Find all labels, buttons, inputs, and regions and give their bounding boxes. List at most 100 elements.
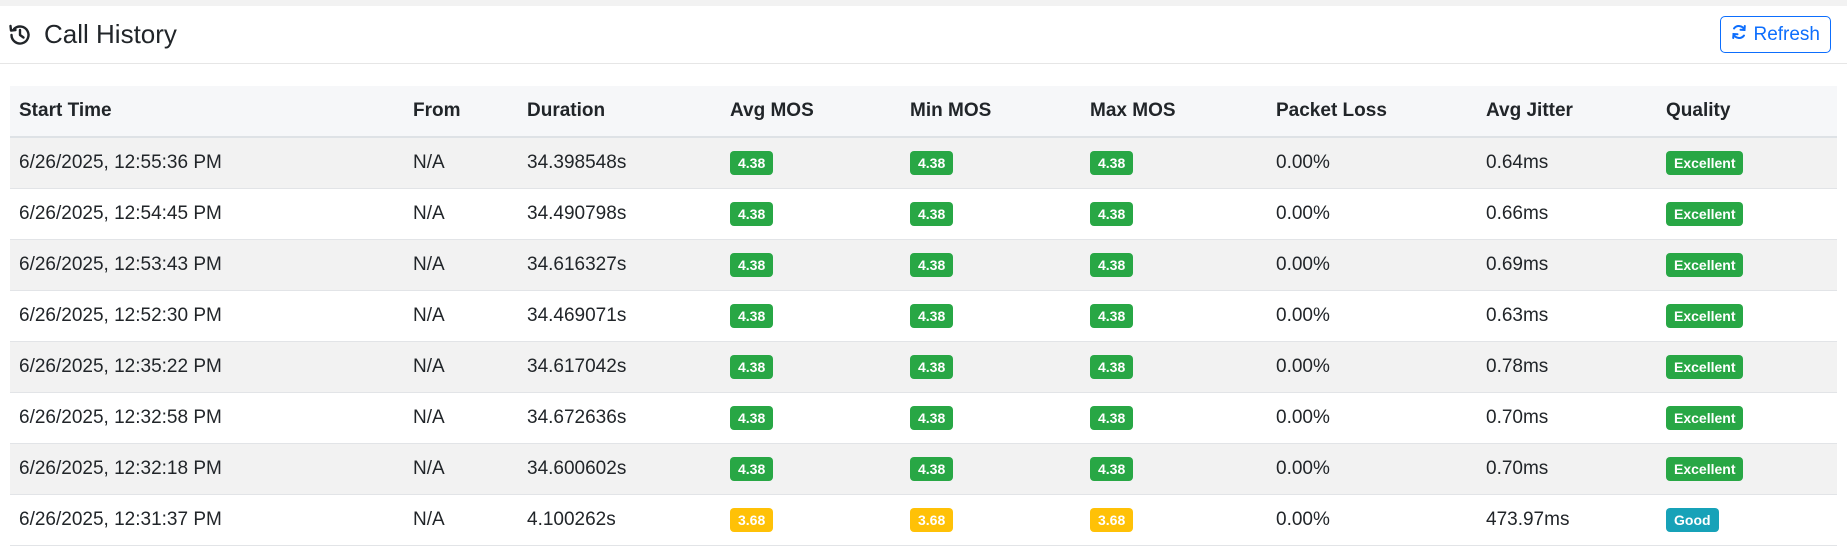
- avg-jitter-cell: 0.66ms: [1477, 188, 1657, 240]
- start-time-cell: 6/26/2025, 12:31:37 PM: [10, 494, 404, 546]
- duration-cell: 34.616327s: [518, 239, 721, 291]
- min-mos-cell: 4.38: [901, 188, 1081, 240]
- min-mos-badge: 4.38: [910, 303, 954, 328]
- quality-badge: Excellent: [1666, 201, 1744, 226]
- table-row[interactable]: 6/26/2025, 12:54:45 PM N/A 34.490798s 4.38 4…: [10, 188, 1837, 240]
- duration-cell: 34.617042s: [518, 341, 721, 393]
- packet-loss-cell: 0.00%: [1267, 494, 1477, 546]
- avg-mos-cell: 4.38: [721, 188, 901, 240]
- duration-cell: 34.600602s: [518, 443, 721, 495]
- min-mos-badge: 4.38: [910, 456, 954, 481]
- table-row[interactable]: 6/26/2025, 12:32:18 PM N/A 34.600602s 4.38 4…: [10, 443, 1837, 495]
- table-container: Start Time From Duration Avg MOS Min MOS…: [0, 86, 1847, 546]
- packet-loss-cell: 0.00%: [1267, 443, 1477, 495]
- avg-mos-cell: 4.38: [721, 392, 901, 444]
- max-mos-cell: 4.38: [1081, 137, 1267, 189]
- column-header-duration[interactable]: Duration: [518, 86, 721, 138]
- min-mos-cell: 4.38: [901, 341, 1081, 393]
- table-row[interactable]: 6/26/2025, 12:52:30 PM N/A 34.469071s 4.38 4…: [10, 290, 1837, 342]
- min-mos-cell: 4.38: [901, 443, 1081, 495]
- quality-cell: Excellent: [1657, 188, 1837, 240]
- from-cell: N/A: [404, 494, 518, 546]
- from-cell: N/A: [404, 239, 518, 291]
- max-mos-cell: 4.38: [1081, 290, 1267, 342]
- column-header-avg-mos[interactable]: Avg MOS: [721, 86, 901, 138]
- quality-badge: Excellent: [1666, 150, 1744, 175]
- quality-badge: Excellent: [1666, 303, 1744, 328]
- table-row[interactable]: 6/26/2025, 12:32:58 PM N/A 34.672636s 4.38 4…: [10, 392, 1837, 444]
- max-mos-cell: 4.38: [1081, 341, 1267, 393]
- refresh-button[interactable]: Refresh: [1720, 16, 1831, 53]
- packet-loss-cell: 0.00%: [1267, 137, 1477, 189]
- avg-mos-cell: 4.38: [721, 137, 901, 189]
- max-mos-cell: 4.38: [1081, 188, 1267, 240]
- min-mos-cell: 4.38: [901, 137, 1081, 189]
- max-mos-cell: 4.38: [1081, 443, 1267, 495]
- avg-mos-cell: 4.38: [721, 290, 901, 342]
- column-header-min-mos[interactable]: Min MOS: [901, 86, 1081, 138]
- avg-mos-badge: 4.38: [730, 252, 774, 277]
- packet-loss-cell: 0.00%: [1267, 290, 1477, 342]
- start-time-cell: 6/26/2025, 12:32:18 PM: [10, 443, 404, 495]
- duration-cell: 4.100262s: [518, 494, 721, 546]
- avg-mos-badge: 4.38: [730, 354, 774, 379]
- quality-badge: Good: [1666, 507, 1719, 532]
- quality-badge: Excellent: [1666, 252, 1744, 277]
- max-mos-cell: 3.68: [1081, 494, 1267, 546]
- avg-mos-cell: 4.38: [721, 443, 901, 495]
- quality-cell: Excellent: [1657, 239, 1837, 291]
- column-header-quality[interactable]: Quality: [1657, 86, 1837, 138]
- min-mos-badge: 4.38: [910, 150, 954, 175]
- table-row[interactable]: 6/26/2025, 12:35:22 PM N/A 34.617042s 4.38 4…: [10, 341, 1837, 393]
- start-time-cell: 6/26/2025, 12:52:30 PM: [10, 290, 404, 342]
- start-time-cell: 6/26/2025, 12:54:45 PM: [10, 188, 404, 240]
- quality-cell: Good: [1657, 494, 1837, 546]
- table-row[interactable]: 6/26/2025, 12:55:36 PM N/A 34.398548s 4.38 4…: [10, 137, 1837, 189]
- avg-mos-badge: 4.38: [730, 405, 774, 430]
- column-header-from[interactable]: From: [404, 86, 518, 138]
- max-mos-cell: 4.38: [1081, 392, 1267, 444]
- max-mos-badge: 3.68: [1090, 507, 1134, 532]
- max-mos-badge: 4.38: [1090, 303, 1134, 328]
- min-mos-badge: 4.38: [910, 252, 954, 277]
- start-time-cell: 6/26/2025, 12:32:58 PM: [10, 392, 404, 444]
- sync-icon: [1731, 24, 1747, 46]
- call-history-table: Start Time From Duration Avg MOS Min MOS…: [10, 86, 1837, 546]
- table-row[interactable]: 6/26/2025, 12:53:43 PM N/A 34.616327s 4.38 4…: [10, 239, 1837, 291]
- duration-cell: 34.490798s: [518, 188, 721, 240]
- refresh-label: Refresh: [1753, 23, 1820, 45]
- column-header-packet-loss[interactable]: Packet Loss: [1267, 86, 1477, 138]
- avg-jitter-cell: 0.64ms: [1477, 137, 1657, 189]
- min-mos-badge: 4.38: [910, 405, 954, 430]
- avg-mos-badge: 4.38: [730, 303, 774, 328]
- max-mos-cell: 4.38: [1081, 239, 1267, 291]
- max-mos-badge: 4.38: [1090, 201, 1134, 226]
- avg-mos-badge: 4.38: [730, 201, 774, 226]
- duration-cell: 34.469071s: [518, 290, 721, 342]
- avg-mos-badge: 4.38: [730, 456, 774, 481]
- column-header-avg-jitter[interactable]: Avg Jitter: [1477, 86, 1657, 138]
- min-mos-badge: 3.68: [910, 507, 954, 532]
- min-mos-badge: 4.38: [910, 201, 954, 226]
- packet-loss-cell: 0.00%: [1267, 188, 1477, 240]
- avg-jitter-cell: 0.69ms: [1477, 239, 1657, 291]
- max-mos-badge: 4.38: [1090, 354, 1134, 379]
- avg-jitter-cell: 0.70ms: [1477, 392, 1657, 444]
- column-header-start-time[interactable]: Start Time: [10, 86, 404, 138]
- avg-mos-cell: 4.38: [721, 341, 901, 393]
- start-time-cell: 6/26/2025, 12:55:36 PM: [10, 137, 404, 189]
- quality-badge: Excellent: [1666, 456, 1744, 481]
- duration-cell: 34.398548s: [518, 137, 721, 189]
- min-mos-cell: 3.68: [901, 494, 1081, 546]
- min-mos-cell: 4.38: [901, 239, 1081, 291]
- quality-cell: Excellent: [1657, 443, 1837, 495]
- column-header-max-mos[interactable]: Max MOS: [1081, 86, 1267, 138]
- quality-badge: Excellent: [1666, 354, 1744, 379]
- duration-cell: 34.672636s: [518, 392, 721, 444]
- table-row[interactable]: 6/26/2025, 12:31:37 PM N/A 4.100262s 3.68 3.…: [10, 494, 1837, 546]
- quality-cell: Excellent: [1657, 290, 1837, 342]
- packet-loss-cell: 0.00%: [1267, 392, 1477, 444]
- quality-cell: Excellent: [1657, 341, 1837, 393]
- avg-mos-cell: 3.68: [721, 494, 901, 546]
- packet-loss-cell: 0.00%: [1267, 239, 1477, 291]
